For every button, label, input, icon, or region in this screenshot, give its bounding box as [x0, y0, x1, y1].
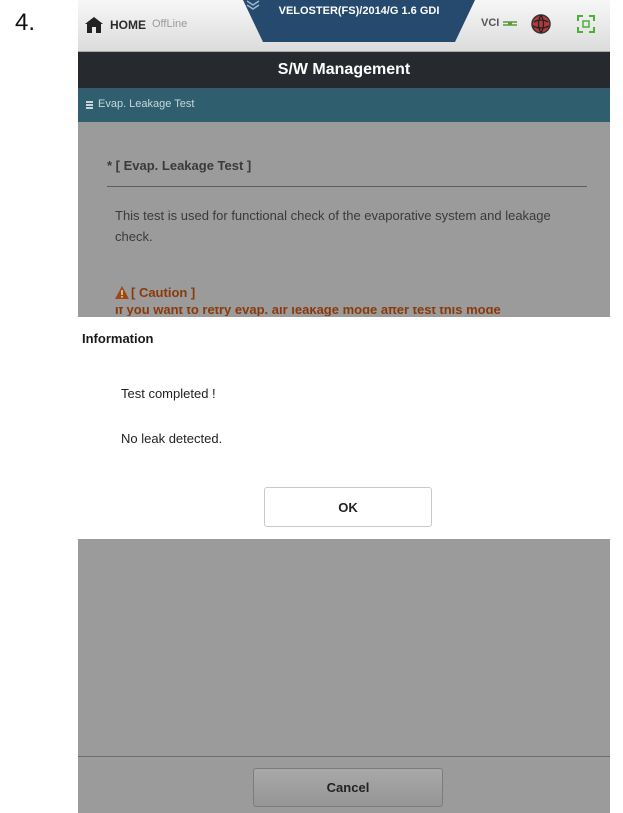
globe-icon[interactable] [530, 13, 552, 35]
caution-heading: [ Caution ] [115, 285, 195, 300]
sub-header: Evap. Leakage Test [78, 88, 610, 122]
chevron-down-icon [246, 0, 260, 10]
ok-button[interactable]: OK [264, 487, 432, 527]
home-button[interactable]: HOME [84, 14, 146, 36]
caution-text: If you want to retry evap. air leakage m… [115, 307, 501, 316]
dialog-title: Information [82, 331, 154, 346]
caution-title: [ Caution ] [131, 285, 196, 300]
dialog-message-line2: No leak detected. [121, 431, 223, 446]
title-bar: S/W Management [78, 52, 610, 88]
expand-icon[interactable] [576, 14, 596, 34]
section-title: * [ Evap. Leakage Test ] [107, 158, 252, 173]
vehicle-label: VELOSTER(FS)/2014/G 1.6 GDI [278, 5, 440, 17]
footer-bar: Cancel [78, 756, 610, 813]
sub-header-label: Evap. Leakage Test [98, 98, 195, 110]
menu-icon [86, 101, 93, 109]
vci-label: VCI [481, 17, 500, 29]
section-divider [107, 186, 587, 187]
caution-text-partial: If you want to retry evap. air leakage m… [115, 307, 585, 316]
vci-connection-icon [503, 21, 518, 26]
cancel-button[interactable]: Cancel [253, 768, 443, 807]
information-dialog: Information Test completed ! No leak det… [78, 317, 610, 539]
vehicle-selector[interactable]: VELOSTER(FS)/2014/G 1.6 GDI [243, 0, 475, 42]
test-description: This test is used for functional check o… [115, 208, 551, 244]
warning-icon [115, 286, 129, 299]
home-label: HOME [110, 18, 146, 32]
page-title: S/W Management [277, 61, 411, 78]
home-icon [85, 17, 103, 33]
dialog-message-line1: Test completed ! [121, 386, 216, 401]
top-bar: HOME OffLine VELOSTER(FS)/2014/G 1.6 GDI… [78, 0, 610, 52]
step-number: 4. [15, 9, 36, 36]
connection-status: OffLine [152, 18, 188, 30]
vci-status: VCI [481, 17, 518, 29]
device-screen: HOME OffLine VELOSTER(FS)/2014/G 1.6 GDI… [78, 0, 610, 813]
